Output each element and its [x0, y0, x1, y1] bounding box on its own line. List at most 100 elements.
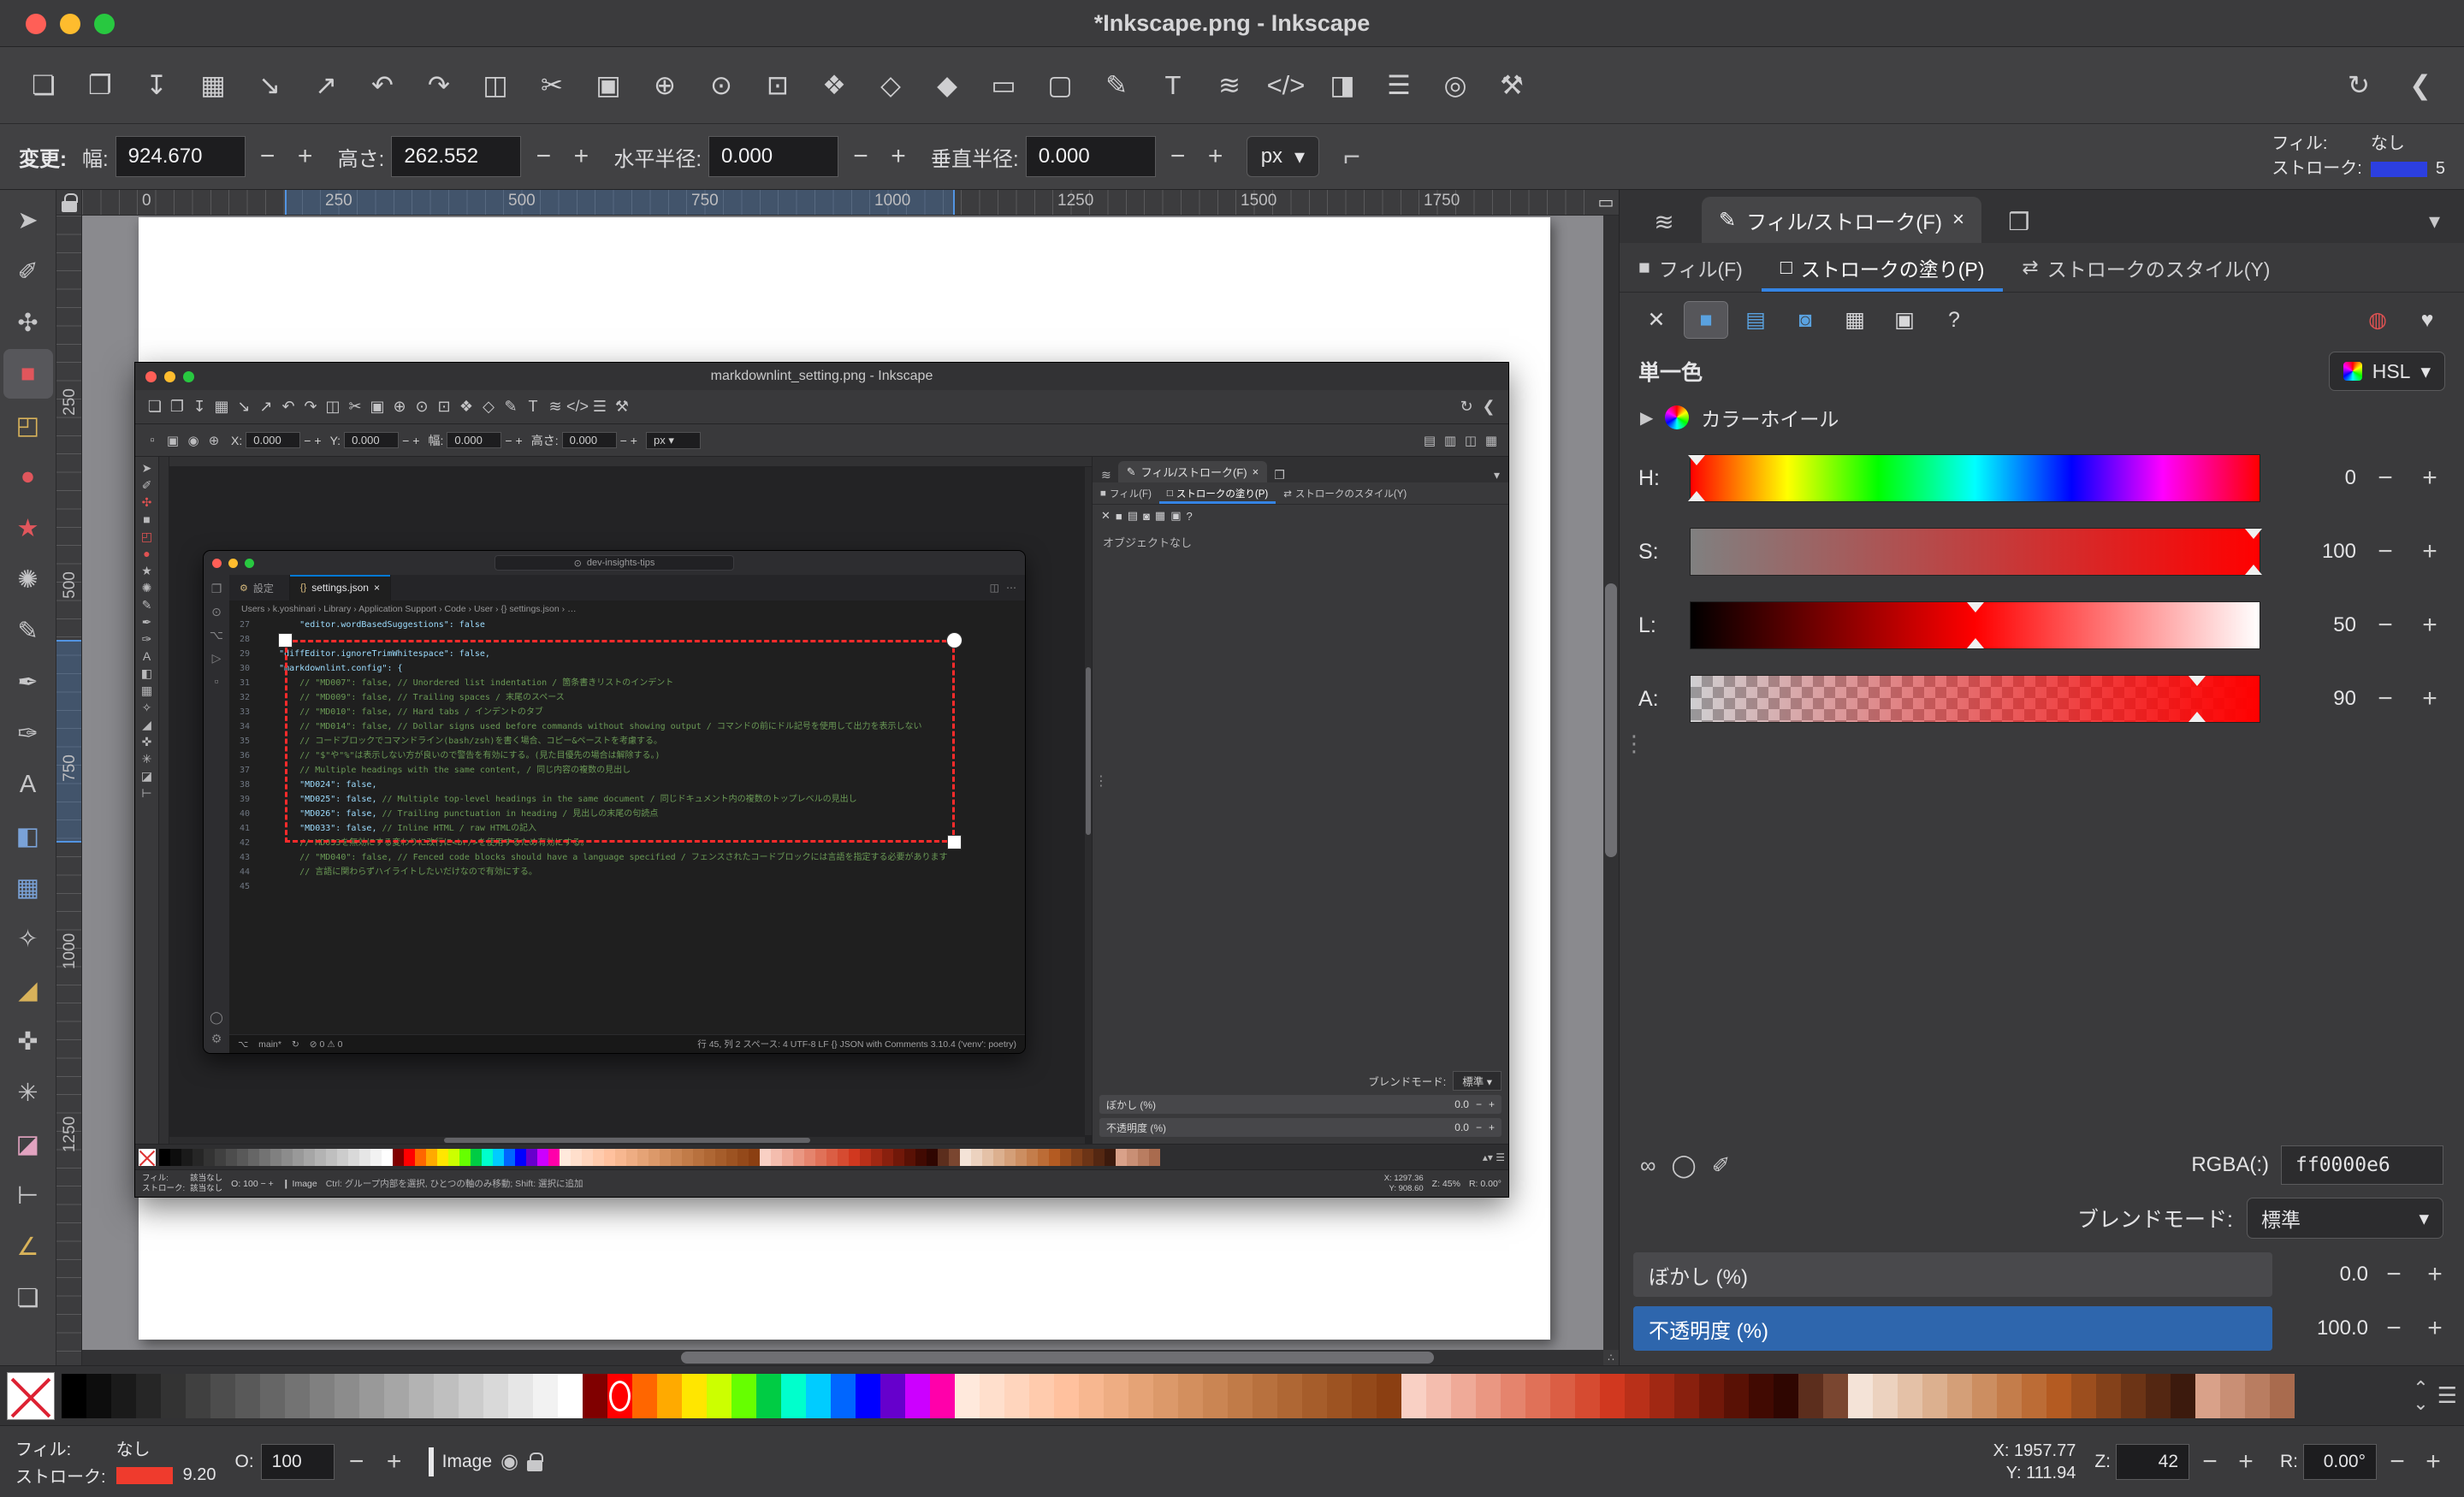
- close-window-button[interactable]: [26, 14, 46, 34]
- eyedropper-icon[interactable]: ✐: [1712, 1152, 1731, 1179]
- blur-slider[interactable]: ぼかし (%): [1633, 1252, 2272, 1297]
- export-icon[interactable]: ↗: [301, 61, 351, 110]
- spray-tool[interactable]: ✳: [3, 1068, 53, 1117]
- palette-swatch[interactable]: [1947, 1374, 1972, 1418]
- blend-mode-dropdown[interactable]: 標準 ▾: [2247, 1198, 2443, 1239]
- palette-swatch[interactable]: [384, 1374, 409, 1418]
- deselect-icon[interactable]: ▢: [1035, 61, 1085, 110]
- zoom-input[interactable]: 42: [2116, 1444, 2189, 1480]
- opacity-input[interactable]: 100: [261, 1444, 335, 1480]
- opacity-value[interactable]: 100.0: [2283, 1317, 2368, 1340]
- print-icon[interactable]: ▦: [188, 61, 238, 110]
- palette-swatch[interactable]: [1823, 1374, 1848, 1418]
- connector-tool[interactable]: ⊢: [3, 1170, 53, 1220]
- spin-decrement-button[interactable]: −: [2370, 531, 2401, 572]
- palette-swatch[interactable]: [558, 1374, 583, 1418]
- palette-swatch[interactable]: [1997, 1374, 2022, 1418]
- palette-swatch[interactable]: [533, 1374, 558, 1418]
- canvas[interactable]: markdownlint_setting.png - Inkscape ❏❐↧▦…: [82, 216, 1619, 1365]
- palette-swatch[interactable]: [707, 1374, 732, 1418]
- ruler-lock-corner[interactable]: [56, 190, 82, 216]
- dock-resize-grip[interactable]: ⋮: [1623, 731, 1645, 757]
- palette-swatch[interactable]: [1600, 1374, 1625, 1418]
- spin-decrement-button[interactable]: −: [2194, 1441, 2225, 1482]
- save-document-icon[interactable]: ↧: [132, 61, 181, 110]
- spin-decrement-button[interactable]: −: [2382, 1441, 2413, 1482]
- spin-increment-button[interactable]: +: [883, 136, 914, 177]
- no-color-swatch[interactable]: [7, 1372, 55, 1420]
- palette-swatch[interactable]: [1898, 1374, 1922, 1418]
- palette-swatch[interactable]: [2046, 1374, 2071, 1418]
- hue-slider[interactable]: [1690, 454, 2260, 502]
- spin-increment-button[interactable]: +: [2414, 458, 2445, 499]
- spin-value[interactable]: 262.552: [391, 136, 521, 177]
- zoom-selection-icon[interactable]: ⊙: [696, 61, 746, 110]
- collapse-toolbar-icon[interactable]: ❮: [2396, 61, 2445, 110]
- palette-swatch[interactable]: [2121, 1374, 2146, 1418]
- stroke-color-chip[interactable]: [2371, 162, 2427, 177]
- scrollbar-thumb[interactable]: [681, 1352, 1434, 1364]
- palette-swatch[interactable]: [607, 1374, 632, 1418]
- palette-swatch[interactable]: [1253, 1374, 1277, 1418]
- palette-swatch[interactable]: [1004, 1374, 1029, 1418]
- selected-rectangle-object[interactable]: [285, 640, 955, 843]
- spin-decrement-button[interactable]: −: [341, 1441, 372, 1482]
- display-mode-corner[interactable]: ▭: [1593, 190, 1619, 216]
- minimize-window-button[interactable]: [60, 14, 80, 34]
- palette-menu-icon[interactable]: ☰: [2437, 1382, 2457, 1409]
- palette-swatch[interactable]: [434, 1374, 459, 1418]
- stroke-width-value[interactable]: 9.20: [183, 1465, 216, 1485]
- palette-swatch[interactable]: [459, 1374, 483, 1418]
- new-document-icon[interactable]: ❏: [19, 61, 68, 110]
- color-managed-icon[interactable]: ∞: [1640, 1152, 1656, 1179]
- spin-increment-button[interactable]: +: [2414, 678, 2445, 719]
- spin-decrement-button[interactable]: −: [252, 136, 283, 177]
- open-document-icon[interactable]: ❐: [75, 61, 125, 110]
- gradient-tool[interactable]: ◧: [3, 811, 53, 861]
- palette-swatch[interactable]: [756, 1374, 781, 1418]
- palette-swatch[interactable]: [210, 1374, 235, 1418]
- palette-swatch[interactable]: [409, 1374, 434, 1418]
- text-dialog-icon[interactable]: T: [1148, 61, 1198, 110]
- hue-value[interactable]: 0: [2274, 466, 2356, 490]
- tweak-tool[interactable]: ✜: [3, 1016, 53, 1066]
- shape-builder-tool[interactable]: ✣: [3, 298, 53, 347]
- cut-icon[interactable]: ✂: [527, 61, 577, 110]
- palette-swatch[interactable]: [2245, 1374, 2270, 1418]
- spin-value[interactable]: 0.000: [1026, 136, 1156, 177]
- rotation-input[interactable]: 0.00°: [2303, 1444, 2377, 1480]
- palette-swatch[interactable]: [1873, 1374, 1898, 1418]
- palette-swatch[interactable]: [1153, 1374, 1178, 1418]
- ellipse-tool[interactable]: ●: [3, 452, 53, 501]
- palette-swatch[interactable]: [1625, 1374, 1650, 1418]
- paint-bucket-tool[interactable]: ◢: [3, 965, 53, 1015]
- palette-swatch[interactable]: [285, 1374, 310, 1418]
- dropper-tool[interactable]: ✧: [3, 914, 53, 963]
- palette-scroll-down-icon[interactable]: ⌄: [2413, 1396, 2428, 1411]
- node-tool[interactable]: ✐: [3, 246, 53, 296]
- palette-swatch[interactable]: [1674, 1374, 1699, 1418]
- spin-decrement-button[interactable]: −: [2378, 1254, 2409, 1295]
- palette-swatch[interactable]: [1972, 1374, 1997, 1418]
- opacity-slider[interactable]: 不透明度 (%): [1633, 1306, 2272, 1351]
- duplicate-icon[interactable]: ❖: [809, 61, 859, 110]
- rgba-hex-input[interactable]: ff0000e6: [2281, 1145, 2443, 1185]
- palette-swatch[interactable]: [1302, 1374, 1327, 1418]
- out-of-gamut-icon[interactable]: ◯: [1672, 1152, 1697, 1179]
- layer-lock-icon[interactable]: [527, 1460, 542, 1471]
- preferences-icon[interactable]: ⚒: [1487, 61, 1537, 110]
- palette-swatch[interactable]: [1054, 1374, 1079, 1418]
- pattern-button[interactable]: ▦: [1833, 302, 1876, 338]
- spin-increment-button[interactable]: +: [2230, 1441, 2261, 1482]
- palette-swatch[interactable]: [806, 1374, 831, 1418]
- vertical-scrollbar[interactable]: [1603, 216, 1619, 1350]
- unknown-paint-button[interactable]: ?: [1933, 302, 1975, 338]
- palette-swatch[interactable]: [1749, 1374, 1774, 1418]
- clone-icon[interactable]: ◇: [866, 61, 915, 110]
- palette-swatch[interactable]: [1277, 1374, 1302, 1418]
- tab-fill[interactable]: ■ フィル(F): [1620, 243, 1762, 292]
- horizontal-scrollbar[interactable]: [82, 1350, 1603, 1365]
- palette-swatch[interactable]: [1352, 1374, 1377, 1418]
- fill-rule-nonzero-icon[interactable]: ♥: [2406, 302, 2449, 338]
- zoom-drawing-icon[interactable]: ⊕: [640, 61, 690, 110]
